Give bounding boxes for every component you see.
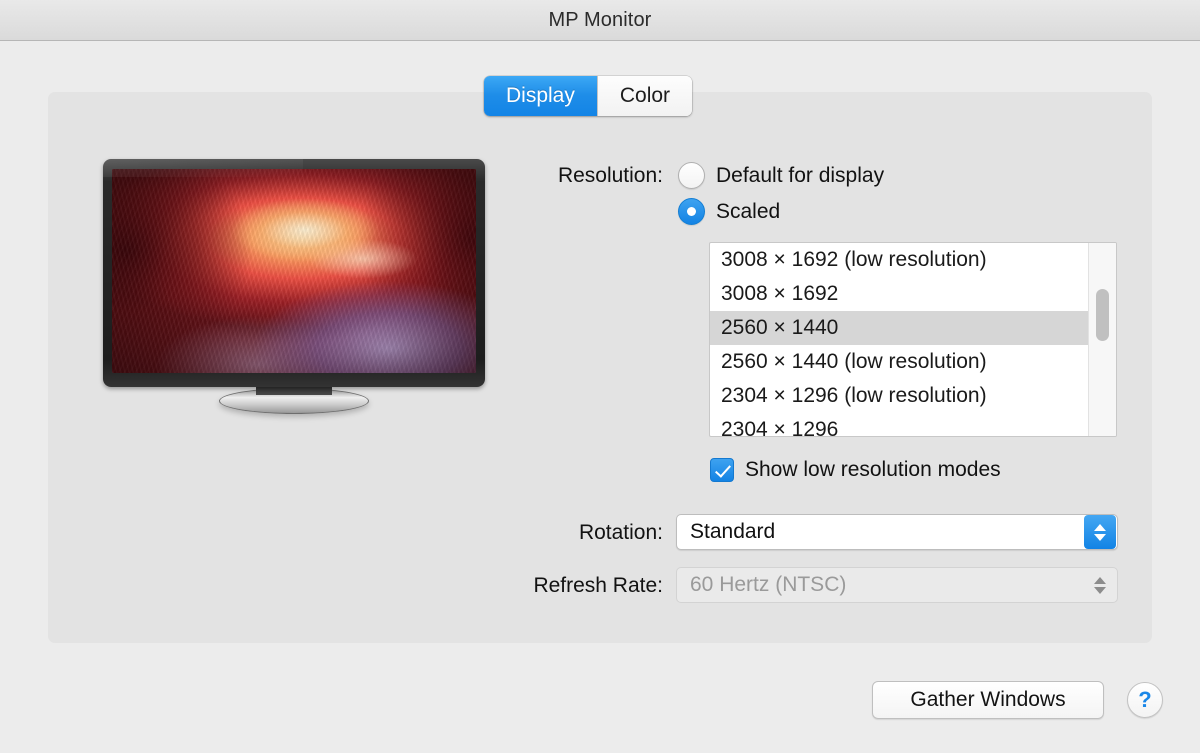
radio-default-for-display-icon[interactable] (678, 162, 705, 189)
rotation-value: Standard (690, 520, 776, 543)
radio-scaled-icon[interactable] (678, 198, 705, 225)
chevron-down-icon (1094, 586, 1106, 594)
list-item[interactable]: 3008 × 1692 (710, 277, 1088, 311)
chevron-up-icon (1094, 523, 1106, 531)
refresh-rate-stepper-icon (1084, 568, 1116, 602)
refresh-rate-popup-button: 60 Hertz (NTSC) (676, 567, 1118, 603)
chevron-down-icon (1094, 533, 1106, 541)
rotation-stepper-icon[interactable] (1084, 515, 1116, 549)
rotation-label: Rotation: (578, 521, 663, 544)
monitor-bezel (103, 159, 485, 387)
gather-windows-button[interactable]: Gather Windows (872, 681, 1104, 719)
refresh-rate-value: 60 Hertz (NTSC) (690, 573, 847, 596)
show-low-resolution-modes-checkbox[interactable]: Show low resolution modes (710, 458, 1001, 482)
radio-default-for-display-label: Default for display (716, 163, 885, 187)
list-item[interactable]: 2560 × 1440 (710, 311, 1089, 345)
radio-default-for-display[interactable]: Default for display (678, 162, 884, 189)
list-item[interactable]: 2304 × 1296 (low resolution) (710, 379, 1088, 413)
list-item[interactable]: 3008 × 1692 (low resolution) (710, 243, 1088, 277)
monitor-preview (103, 159, 485, 414)
resolution-list[interactable]: 3008 × 1692 (low resolution) 3008 × 1692… (709, 242, 1117, 437)
question-mark-icon: ? (1138, 687, 1152, 712)
radio-scaled-label: Scaled (716, 199, 781, 223)
resolution-list-items: 3008 × 1692 (low resolution) 3008 × 1692… (710, 243, 1089, 436)
tab-bar: Display Color (484, 76, 693, 116)
display-preferences-window: MP Monitor Display Color Resolution: Def… (0, 0, 1200, 753)
refresh-rate-label: Refresh Rate: (533, 574, 663, 597)
help-button[interactable]: ? (1127, 682, 1163, 718)
window-titlebar: MP Monitor (0, 0, 1200, 41)
checkbox-checked-icon[interactable] (710, 458, 734, 482)
chevron-up-icon (1094, 576, 1106, 584)
tab-color-label: Color (619, 84, 671, 107)
scrollbar-thumb[interactable] (1096, 289, 1110, 341)
tab-display-label: Display (506, 84, 575, 107)
wallpaper-vignette-icon (112, 169, 476, 373)
radio-scaled[interactable]: Scaled (678, 198, 780, 225)
resolution-label: Resolution: (557, 164, 663, 187)
window-title: MP Monitor (548, 8, 652, 31)
list-item[interactable]: 2304 × 1296 (710, 413, 1088, 436)
rotation-popup-button[interactable]: Standard (676, 514, 1118, 550)
tab-color[interactable]: Color (596, 76, 693, 116)
list-item[interactable]: 2560 × 1440 (low resolution) (710, 345, 1088, 379)
tab-display[interactable]: Display (484, 76, 597, 116)
resolution-list-scrollbar[interactable] (1088, 243, 1116, 436)
gather-windows-label: Gather Windows (910, 688, 1066, 711)
monitor-screen (112, 169, 476, 373)
show-low-resolution-modes-label: Show low resolution modes (745, 458, 1001, 481)
